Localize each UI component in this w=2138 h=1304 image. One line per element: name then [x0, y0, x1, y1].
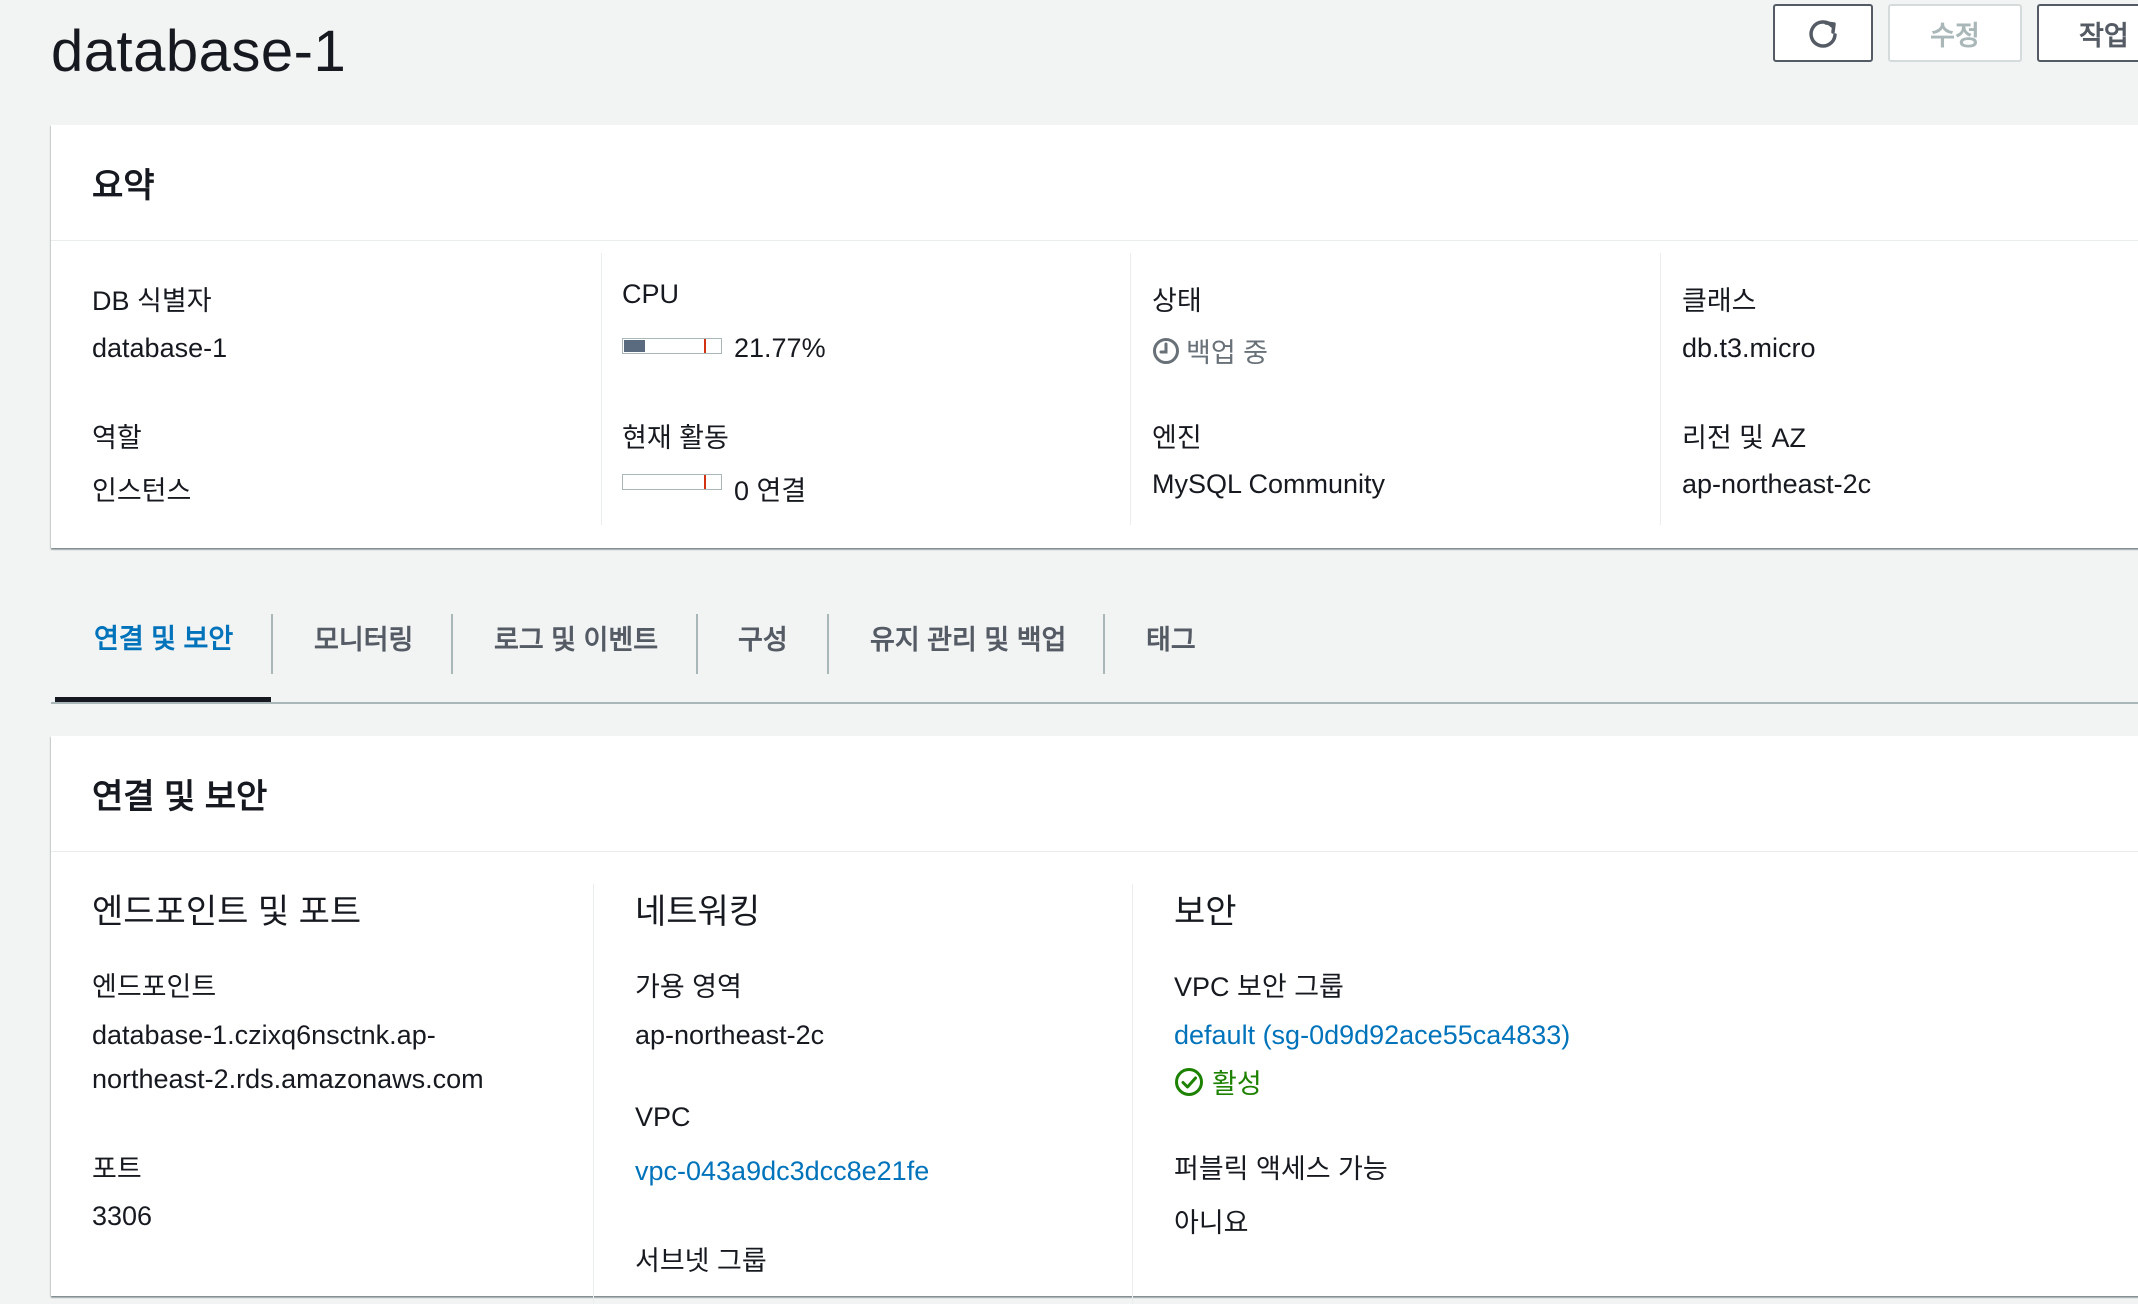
summary-col-identifier: DB 식별자 database-1 역할 인스턴스 [92, 253, 572, 525]
security-group-label: VPC 보안 그룹 [1174, 972, 1344, 1002]
refresh-button[interactable] [1773, 4, 1873, 62]
role-value: 인스턴스 [92, 476, 192, 506]
networking-section-title: 네트워킹 [635, 893, 761, 931]
column-divider [1130, 253, 1131, 525]
page-title: database-1 [51, 19, 347, 84]
subnet-group-label: 서브넷 그룹 [635, 1246, 767, 1276]
vpc-label: VPC [635, 1102, 691, 1132]
check-circle-icon [1175, 1067, 1203, 1096]
cpu-threshold-mark [704, 339, 706, 353]
tab-separator [827, 614, 829, 674]
role-label: 역할 [92, 423, 142, 453]
column-divider [593, 884, 594, 1304]
port-value: 3306 [92, 1201, 153, 1231]
activity-bar [622, 474, 722, 490]
db-identifier-label: DB 식별자 [92, 286, 212, 316]
db-identifier-value: database-1 [92, 333, 228, 363]
engine-label: 엔진 [1152, 423, 1202, 453]
tab-connectivity-security[interactable]: 연결 및 보안 [55, 575, 272, 702]
security-group-status-text: 활성 [1212, 1069, 1262, 1099]
endpoint-label: 엔드포인트 [92, 972, 217, 1002]
region-label: 리전 및 AZ [1682, 423, 1807, 453]
security-section-title: 보안 [1174, 893, 1237, 931]
tab-configuration[interactable]: 구성 [738, 575, 788, 700]
status-value: 백업 중 [1152, 331, 1268, 370]
tab-separator [451, 614, 453, 674]
activity-value: 0 연결 [734, 476, 807, 506]
connectivity-title: 연결 및 보안 [51, 736, 2138, 852]
tab-separator [1103, 614, 1105, 674]
tab-logs-events[interactable]: 로그 및 이벤트 [494, 575, 658, 700]
summary-col-class: 클래스 db.t3.micro 리전 및 AZ ap-northeast-2c [1682, 253, 2138, 525]
tab-monitoring[interactable]: 모니터링 [314, 575, 413, 700]
tab-maintenance-backup[interactable]: 유지 관리 및 백업 [870, 575, 1066, 700]
cpu-usage-bar [622, 338, 722, 354]
security-group-link[interactable]: default (sg-0d9d92ace55ca4833) [1174, 1020, 1570, 1051]
modify-button[interactable]: 수정 [1888, 4, 2022, 62]
clock-icon [1153, 337, 1179, 364]
detail-tabs: 연결 및 보안 모니터링 로그 및 이벤트 구성 유지 관리 및 백업 태그 [51, 575, 2138, 704]
tab-separator [271, 614, 273, 674]
actions-button[interactable]: 작업 [2037, 4, 2138, 62]
column-divider [1132, 884, 1133, 1304]
class-label: 클래스 [1682, 286, 1757, 316]
activity-threshold-mark [704, 475, 706, 489]
cpu-label: CPU [622, 279, 680, 309]
endpoint-value-line2: northeast-2.rds.amazonaws.com [92, 1064, 484, 1094]
az-label: 가용 영역 [635, 972, 742, 1002]
engine-value: MySQL Community [1152, 469, 1386, 499]
vpc-link[interactable]: vpc-043a9dc3dcc8e21fe [635, 1156, 929, 1187]
summary-col-status: 상태 백업 중 엔진 MySQL Community [1152, 253, 1632, 525]
column-divider [601, 253, 602, 525]
connectivity-panel: 연결 및 보안 엔드포인트 및 포트 엔드포인트 database-1.czix… [51, 736, 2138, 1304]
summary-title: 요약 [51, 125, 2138, 241]
security-group-status: 활성 [1174, 1062, 1262, 1101]
activity-label: 현재 활동 [622, 423, 729, 453]
public-access-value: 아니요 [1174, 1208, 1249, 1238]
cpu-value: 21.77% [734, 333, 826, 363]
refresh-icon [1809, 20, 1837, 48]
cpu-usage-fill [624, 340, 645, 352]
tab-tags[interactable]: 태그 [1146, 575, 1196, 700]
column-divider [1660, 253, 1661, 525]
az-value: ap-northeast-2c [635, 1020, 825, 1050]
class-value: db.t3.micro [1682, 333, 1816, 363]
summary-grid: DB 식별자 database-1 역할 인스턴스 CPU 21.77% 현재 … [51, 253, 2138, 525]
endpoint-value-line1: database-1.czixq6nsctnk.ap- [92, 1020, 436, 1050]
endpoint-section-title: 엔드포인트 및 포트 [92, 893, 362, 931]
status-text: 백업 중 [1186, 338, 1269, 368]
summary-col-cpu: CPU 21.77% 현재 활동 0 연결 [622, 253, 1102, 525]
status-label: 상태 [1152, 286, 1202, 316]
public-access-label: 퍼블릭 액세스 가능 [1174, 1154, 1388, 1184]
region-value: ap-northeast-2c [1682, 469, 1872, 499]
tab-separator [696, 614, 698, 674]
summary-panel: 요약 DB 식별자 database-1 역할 인스턴스 CPU 21.77% … [51, 125, 2138, 548]
port-label: 포트 [92, 1154, 142, 1184]
